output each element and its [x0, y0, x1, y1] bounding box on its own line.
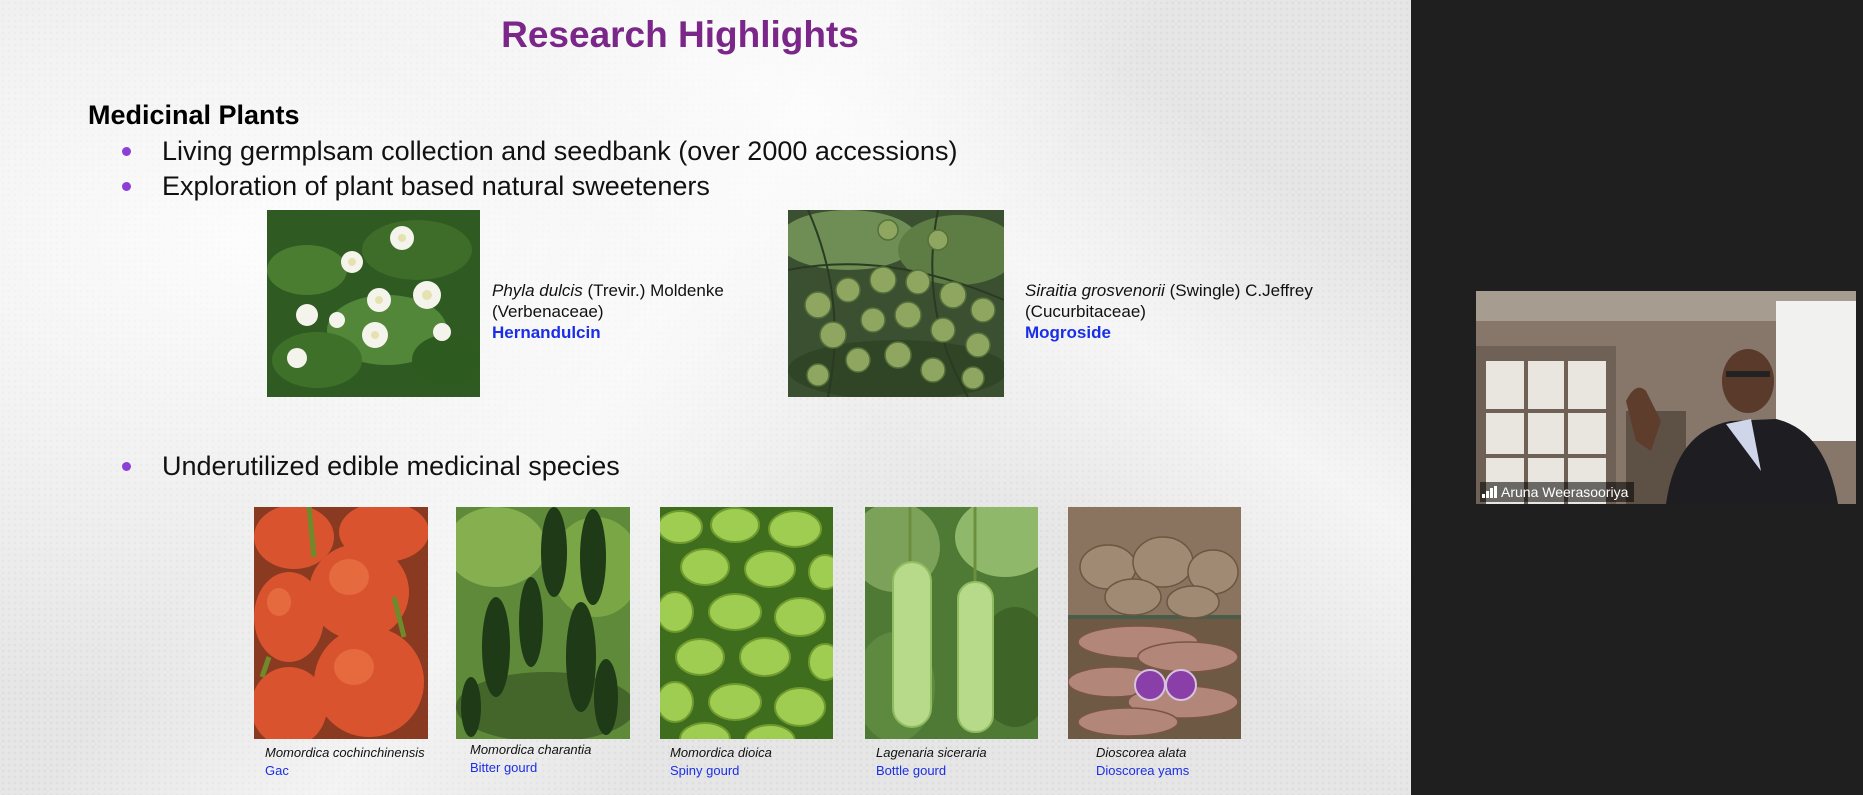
species-latin: Momordica cochinchinensis: [265, 745, 425, 760]
participant-name: Aruna Weerasooriya: [1501, 484, 1629, 500]
bottle-gourd-photo: [865, 507, 1038, 739]
presentation-slide: Research Highlights Medicinal Plants Liv…: [0, 0, 1411, 795]
phyla-dulcis-photo: [267, 210, 480, 397]
species-latin: Momordica dioica: [670, 745, 772, 760]
slide-title: Research Highlights: [501, 14, 859, 55]
sweetener-caption: Phyla dulcis (Trevir.) Moldenke (Verbena…: [492, 280, 724, 343]
species-caption: Lagenaria siceraria Bottle gourd: [876, 744, 987, 780]
spiny-gourd-photo: [660, 507, 833, 739]
gac-fruit-photo: [254, 507, 428, 739]
species-caption: Momordica dioica Spiny gourd: [670, 744, 772, 780]
siraitia-grosvenorii-photo: [788, 210, 1004, 397]
species-authority: (Trevir.) Moldenke: [582, 281, 724, 300]
species-caption: Dioscorea alata Dioscorea yams: [1096, 744, 1189, 780]
species-caption: Momordica cochinchinensis Gac: [265, 744, 425, 780]
species-name: Siraitia grosvenorii (Swingle) C.Jeffrey: [1025, 280, 1313, 301]
compound-name: Hernandulcin: [492, 323, 601, 342]
bullet-text: Exploration of plant based natural sweet…: [162, 171, 710, 201]
participant-video-feed: [1476, 291, 1856, 504]
dioscorea-yams-photo: [1068, 507, 1241, 739]
species-latin: Momordica charantia: [470, 742, 592, 757]
species-family: (Cucurbitaceae): [1025, 302, 1146, 321]
bullet-text: Underutilized edible medicinal species: [162, 451, 620, 481]
species-name: Phyla dulcis (Trevir.) Moldenke: [492, 280, 724, 301]
bullet-dot: [122, 147, 131, 156]
species-common: Spiny gourd: [670, 763, 740, 778]
compound-name: Mogroside: [1025, 323, 1111, 342]
section-heading: Medicinal Plants: [88, 100, 300, 130]
species-latin: Lagenaria siceraria: [876, 745, 987, 760]
signal-strength-icon: [1482, 486, 1497, 498]
species-latin: Siraitia grosvenorii: [1025, 281, 1165, 300]
sweetener-caption: Siraitia grosvenorii (Swingle) C.Jeffrey…: [1025, 280, 1313, 343]
species-latin: Dioscorea alata: [1096, 745, 1187, 760]
bullet-dot: [122, 462, 131, 471]
species-caption: Momordica charantia Bitter gourd: [470, 741, 591, 777]
species-common: Gac: [265, 763, 289, 778]
species-common: Dioscorea yams: [1096, 763, 1190, 778]
species-authority: (Swingle) C.Jeffrey: [1164, 281, 1313, 300]
bitter-gourd-photo: [456, 507, 630, 739]
participant-name-label: Aruna Weerasooriya: [1480, 482, 1635, 502]
species-common: Bitter gourd: [470, 760, 538, 775]
species-family: (Verbenaceae): [492, 302, 604, 321]
species-latin: Phyla dulcis: [492, 281, 583, 300]
bullet-dot: [122, 182, 131, 191]
participant-video-tile[interactable]: Aruna Weerasooriya: [1476, 291, 1856, 504]
bullet-text: Living germplsam collection and seedbank…: [162, 136, 958, 166]
species-common: Bottle gourd: [876, 763, 947, 778]
